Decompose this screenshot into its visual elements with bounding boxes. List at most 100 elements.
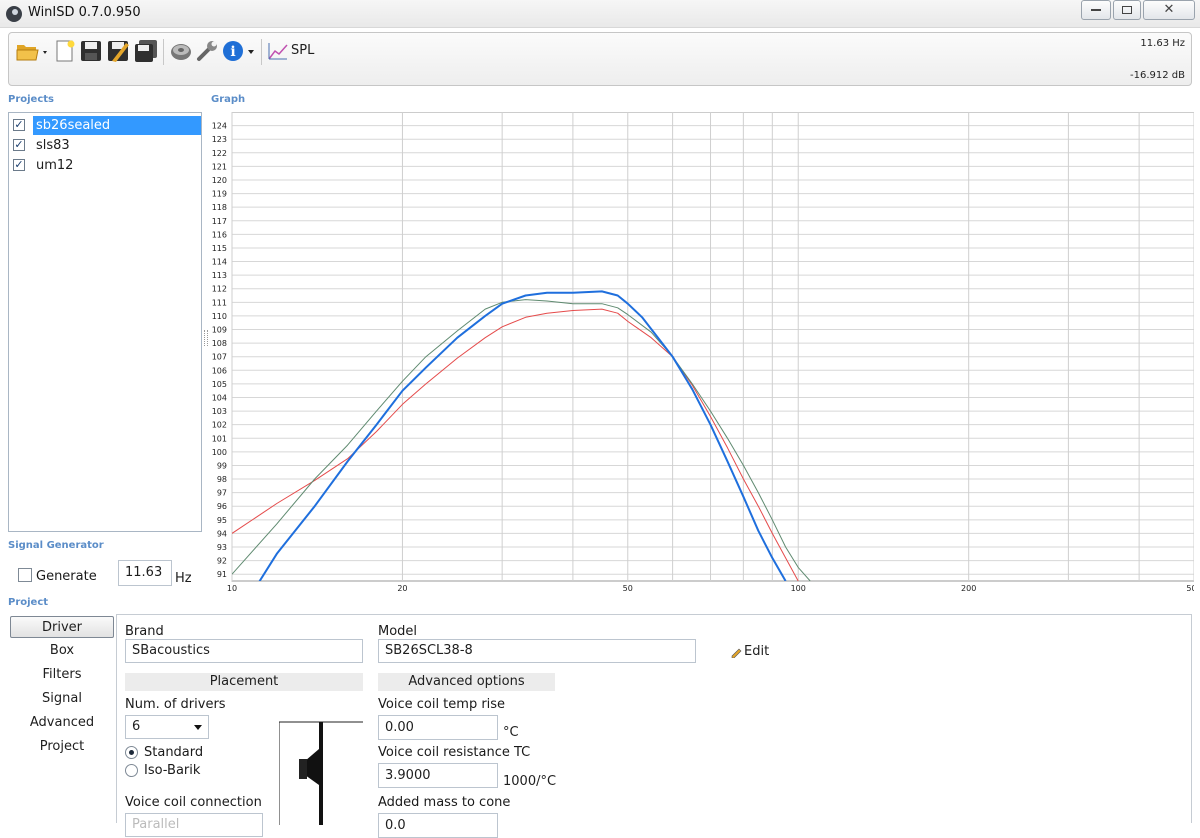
toolbar-separator xyxy=(261,39,262,65)
nav-tab-filters[interactable]: Filters xyxy=(10,664,114,686)
wrench-icon xyxy=(197,41,217,61)
placement-header: Placement xyxy=(125,673,363,691)
vc-resistance-tc-unit: 1000/°C xyxy=(503,774,557,789)
generate-checkbox[interactable] xyxy=(18,568,32,582)
spl-graph-button[interactable]: SPL xyxy=(267,39,323,63)
voice-coil-connection-value: Parallel xyxy=(132,817,180,832)
save-all-icon xyxy=(135,40,157,62)
y-tick-label: 94 xyxy=(217,529,227,538)
y-tick-label: 111 xyxy=(212,298,227,307)
project-nav: Driver Box Filters Signal Advanced Proje… xyxy=(8,614,116,823)
project-item-sls83[interactable]: ✓ sls83 xyxy=(13,136,199,155)
project-name: sls83 xyxy=(36,138,70,153)
maximize-button[interactable] xyxy=(1113,0,1141,20)
nav-tab-signal[interactable]: Signal xyxy=(10,688,114,710)
driver-editor-button[interactable] xyxy=(169,39,193,63)
nav-tab-project[interactable]: Project xyxy=(10,736,114,758)
num-drivers-value: 6 xyxy=(132,719,141,734)
y-tick-label: 96 xyxy=(217,502,227,511)
brand-field[interactable]: SBacoustics xyxy=(125,639,363,663)
chevron-down-icon xyxy=(194,725,202,730)
db-readout: -16.912 dB xyxy=(1130,70,1185,81)
vc-temp-rise-input[interactable]: 0.00 xyxy=(378,715,498,740)
open-button[interactable] xyxy=(15,39,51,63)
y-tick-label: 97 xyxy=(217,489,227,498)
save-as-button[interactable] xyxy=(106,39,130,63)
y-tick-label: 110 xyxy=(212,312,227,321)
added-mass-label: Added mass to cone xyxy=(378,795,511,810)
nav-tab-box[interactable]: Box xyxy=(10,640,114,662)
voice-coil-connection-label: Voice coil connection xyxy=(125,795,262,810)
x-tick-label: 500 xyxy=(1186,584,1194,593)
isobarik-label: Iso-Barik xyxy=(144,763,201,778)
minimize-icon xyxy=(1091,9,1101,11)
y-tick-label: 98 xyxy=(217,475,227,484)
project-checkbox[interactable]: ✓ xyxy=(13,159,25,171)
y-tick-label: 107 xyxy=(212,353,227,362)
graph-section-label: Graph xyxy=(211,94,246,105)
projects-list: ✓ sb26sealed ✓ sls83 ✓ um12 xyxy=(8,112,202,532)
x-tick-label: 200 xyxy=(961,584,976,593)
settings-button[interactable] xyxy=(195,39,219,63)
main-toolbar: i SPL 11.63 Hz -16.912 dB xyxy=(8,32,1192,86)
num-drivers-select[interactable]: 6 xyxy=(125,715,209,739)
signal-generator-section-label: Signal Generator xyxy=(8,540,104,551)
y-tick-label: 122 xyxy=(212,149,227,158)
added-mass-input[interactable]: 0.0 xyxy=(378,813,498,838)
new-project-button[interactable] xyxy=(53,39,77,63)
y-tick-label: 105 xyxy=(212,380,227,389)
project-name: um12 xyxy=(36,158,74,173)
save-icon xyxy=(81,41,101,61)
y-tick-label: 99 xyxy=(217,461,227,470)
close-icon: ✕ xyxy=(1163,2,1175,17)
spl-chart[interactable]: 91 92 93 94 95 96 97 98 99 100 101 102 103 104 105 106 1… xyxy=(208,111,1200,594)
num-drivers-label: Num. of drivers xyxy=(125,697,226,712)
nav-tab-advanced[interactable]: Advanced xyxy=(10,712,114,734)
y-tick-label: 115 xyxy=(212,244,227,253)
signal-frequency-unit: Hz xyxy=(175,571,192,586)
y-tick-label: 95 xyxy=(217,516,227,525)
save-as-icon xyxy=(108,41,129,62)
y-tick-label: 100 xyxy=(212,448,227,457)
nav-tab-driver[interactable]: Driver xyxy=(10,616,114,638)
save-button[interactable] xyxy=(79,39,103,63)
signal-frequency-input[interactable]: 11.63 xyxy=(118,560,172,586)
vc-temp-rise-unit: °C xyxy=(503,725,519,740)
edit-pencil-icon xyxy=(731,648,742,658)
plot-area xyxy=(231,111,1195,582)
y-tick-label: 119 xyxy=(212,190,227,199)
driver-panel: Brand SBacoustics Model SB26SCL38-8 Edit… xyxy=(116,614,1192,838)
voice-coil-connection-select[interactable]: Parallel xyxy=(125,813,263,837)
vc-temp-rise-label: Voice coil temp rise xyxy=(378,697,506,712)
title-bar: WinISD 0.7.0.950 ✕ xyxy=(0,0,1200,28)
speaker-driver-icon xyxy=(171,44,191,60)
y-tick-label: 123 xyxy=(212,135,227,144)
minimize-button[interactable] xyxy=(1081,0,1111,20)
project-item-um12[interactable]: ✓ um12 xyxy=(13,156,199,175)
brand-label: Brand xyxy=(125,624,164,639)
y-tick-label: 112 xyxy=(212,285,227,294)
graph-icon xyxy=(268,43,288,60)
generate-label: Generate xyxy=(36,569,97,584)
toolbar-separator xyxy=(163,39,164,65)
project-checkbox[interactable]: ✓ xyxy=(13,139,25,151)
window-title: WinISD 0.7.0.950 xyxy=(28,5,141,20)
y-tick-label: 102 xyxy=(212,421,227,430)
placement-diagram xyxy=(279,721,363,825)
project-item-sb26sealed[interactable]: ✓ sb26sealed xyxy=(13,116,201,135)
y-tick-label: 104 xyxy=(212,393,227,402)
info-button[interactable]: i xyxy=(221,39,259,63)
standard-radio[interactable] xyxy=(125,746,138,759)
project-checkbox[interactable]: ✓ xyxy=(13,119,25,131)
y-tick-label: 92 xyxy=(217,557,227,566)
y-tick-label: 108 xyxy=(212,339,227,348)
graph-panel: 91 92 93 94 95 96 97 98 99 100 101 102 103 104 105 106 1… xyxy=(208,111,1200,594)
isobarik-radio[interactable] xyxy=(125,764,138,777)
vc-resistance-tc-input[interactable]: 3.9000 xyxy=(378,763,498,788)
close-button[interactable]: ✕ xyxy=(1143,0,1195,20)
save-all-button[interactable] xyxy=(133,39,157,63)
y-tick-label: 117 xyxy=(212,217,227,226)
y-tick-label: 120 xyxy=(212,176,227,185)
y-tick-label: 113 xyxy=(212,271,227,280)
model-field[interactable]: SB26SCL38-8 xyxy=(378,639,696,663)
